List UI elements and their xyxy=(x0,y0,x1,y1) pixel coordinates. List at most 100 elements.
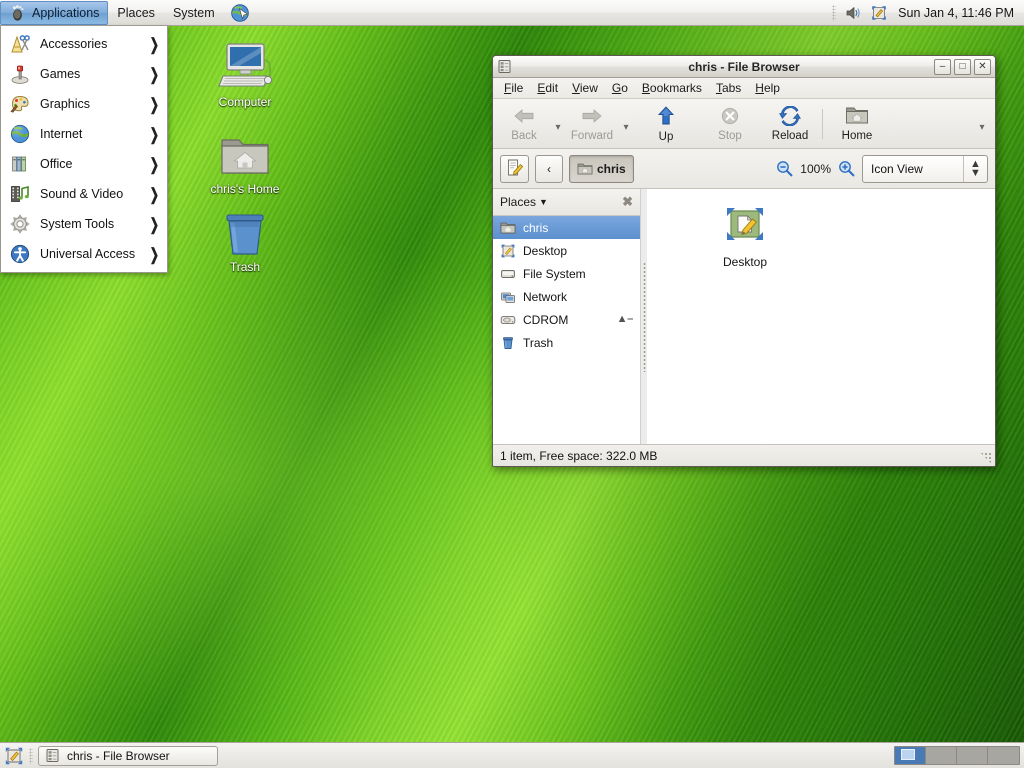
forward-dropdown-chevron-down-icon[interactable]: ▾ xyxy=(618,102,634,146)
place-item-trash[interactable]: Trash xyxy=(493,331,640,354)
place-label: Network xyxy=(523,289,568,304)
back-button[interactable]: Back xyxy=(498,102,550,146)
forward-button[interactable]: Forward xyxy=(566,102,618,146)
network-icon xyxy=(500,289,516,305)
app-menu-item-games[interactable]: Games ❯ xyxy=(1,59,167,89)
workspace-switcher xyxy=(894,746,1020,765)
places-list: chris Desktop File System Network CDROM … xyxy=(493,216,640,444)
menubar-item-tabs[interactable]: Tabs xyxy=(709,79,748,97)
chevron-right-icon: ❯ xyxy=(149,35,159,54)
window-controls: – □ ✕ xyxy=(931,58,991,75)
close-button[interactable]: ✕ xyxy=(974,58,991,75)
volume-speaker-icon[interactable] xyxy=(844,4,862,22)
chevron-down-icon[interactable]: ▼ xyxy=(539,197,548,207)
close-x-icon[interactable]: ✖ xyxy=(622,194,633,210)
up-button[interactable]: Up xyxy=(640,102,692,146)
minimize-button[interactable]: – xyxy=(934,58,951,75)
workspace-1[interactable] xyxy=(895,747,926,764)
place-item-chris[interactable]: chris xyxy=(493,216,640,239)
desktop-icon-computer[interactable]: Computer xyxy=(197,40,293,109)
app-menu-label: Universal Access xyxy=(40,247,136,261)
app-menu-item-graphics[interactable]: Graphics ❯ xyxy=(1,89,167,119)
place-item-network[interactable]: Network xyxy=(493,285,640,308)
bottom-panel: chris - File Browser xyxy=(0,742,1024,768)
back-button-label: Back xyxy=(511,129,537,142)
file-item-desktop[interactable]: Desktop xyxy=(697,203,793,269)
workspace-window-indicator xyxy=(901,749,915,760)
menubar-label: dit xyxy=(545,81,559,95)
zoom-level-label: 100% xyxy=(800,161,831,176)
desktop-preferences-icon[interactable] xyxy=(870,4,888,22)
app-menu-item-universal-access[interactable]: Universal Access ❯ xyxy=(1,239,167,269)
desktop-icon-home[interactable]: chris's Home xyxy=(197,127,293,196)
app-menu-label: Office xyxy=(40,157,73,171)
toggle-location-entry-button[interactable] xyxy=(500,154,529,183)
computer-icon xyxy=(197,40,293,92)
home-folder-icon xyxy=(197,127,293,179)
eject-icon[interactable]: ▲⎯ xyxy=(617,313,633,326)
toolbar: Back ▾ Forward ▾ Up Stop Reload Home ▾ xyxy=(493,99,995,149)
window-titlebar[interactable]: chris - File Browser – □ ✕ xyxy=(493,56,995,78)
panel-clock[interactable]: Sun Jan 4, 11:46 PM xyxy=(896,6,1016,20)
menubar-label: ile xyxy=(511,81,524,95)
menu-system[interactable]: System xyxy=(164,1,224,25)
taskbar-grip[interactable] xyxy=(29,747,33,764)
file-list-view[interactable]: Desktop xyxy=(647,189,995,444)
sidebar-header[interactable]: Places ▼ ✖ xyxy=(493,189,640,216)
workspace-4[interactable] xyxy=(988,747,1019,764)
app-menu-label: Graphics xyxy=(40,97,91,111)
app-menu-item-internet[interactable]: Internet ❯ xyxy=(1,119,167,149)
menu-applications[interactable]: Applications xyxy=(0,0,109,25)
forward-button-label: Forward xyxy=(570,129,614,142)
workspace-3[interactable] xyxy=(957,747,988,764)
app-menu-item-office[interactable]: Office ❯ xyxy=(1,149,167,179)
chevron-right-icon: ❯ xyxy=(149,125,159,144)
harddisk-icon xyxy=(500,266,516,282)
workspace-2[interactable] xyxy=(926,747,957,764)
window-resize-grip[interactable] xyxy=(980,452,992,464)
accessories-icon xyxy=(9,33,31,55)
reload-button-label: Reload xyxy=(771,129,809,142)
file-manager-icon xyxy=(497,59,512,74)
zoom-out-icon[interactable] xyxy=(776,160,793,177)
browser-body: Places ▼ ✖ chris Desktop File System Net… xyxy=(493,189,995,445)
zoom-in-icon[interactable] xyxy=(838,160,855,177)
breadcrumb-prev-button[interactable]: ‹ xyxy=(535,154,563,183)
show-desktop-icon[interactable] xyxy=(4,746,24,766)
taskbar-item-file-browser[interactable]: chris - File Browser xyxy=(38,745,218,766)
arrow-up-icon xyxy=(656,105,676,130)
home-dropdown-chevron-down-icon[interactable]: ▾ xyxy=(974,102,990,146)
reload-button[interactable]: Reload xyxy=(764,102,816,146)
menubar-item-help[interactable]: Help xyxy=(748,79,787,97)
app-menu-item-sound-video[interactable]: Sound & Video ❯ xyxy=(1,179,167,209)
place-item-cdrom[interactable]: CDROM ▲⎯ xyxy=(493,308,640,331)
menubar-item-edit[interactable]: Edit xyxy=(530,79,565,97)
view-mode-select[interactable]: Icon View ▲ ▼ xyxy=(862,154,988,183)
breadcrumb-chris[interactable]: chris xyxy=(569,154,634,183)
menubar-item-file[interactable]: File xyxy=(497,79,530,97)
home-button[interactable]: Home xyxy=(829,102,885,146)
app-menu-item-accessories[interactable]: Accessories ❯ xyxy=(1,29,167,59)
desktop-icon-trash[interactable]: Trash xyxy=(197,205,293,274)
view-mode-label: Icon View xyxy=(871,161,923,176)
menu-applications-label: Applications xyxy=(32,5,100,20)
tray-grip[interactable] xyxy=(832,4,837,21)
maximize-button[interactable]: □ xyxy=(954,58,971,75)
app-menu-label: Sound & Video xyxy=(40,187,124,201)
menubar-item-bookmarks[interactable]: Bookmarks xyxy=(635,79,709,97)
menubar-item-go[interactable]: Go xyxy=(605,79,635,97)
place-item-desktop[interactable]: Desktop xyxy=(493,239,640,262)
place-item-file-system[interactable]: File System xyxy=(493,262,640,285)
menubar-label: elp xyxy=(763,81,780,95)
stop-button[interactable]: Stop xyxy=(704,102,756,146)
place-label: Desktop xyxy=(523,243,568,258)
web-browser-icon[interactable] xyxy=(230,3,250,23)
menubar-item-view[interactable]: View xyxy=(565,79,605,97)
menu-places[interactable]: Places xyxy=(108,1,164,25)
place-label: CDROM xyxy=(523,312,569,327)
menubar-label: ookmarks xyxy=(649,81,702,95)
chevron-right-icon: ❯ xyxy=(149,95,159,114)
sidebar-header-label: Places xyxy=(500,195,537,209)
app-menu-item-system-tools[interactable]: System Tools ❯ xyxy=(1,209,167,239)
back-dropdown-chevron-down-icon[interactable]: ▾ xyxy=(550,102,566,146)
